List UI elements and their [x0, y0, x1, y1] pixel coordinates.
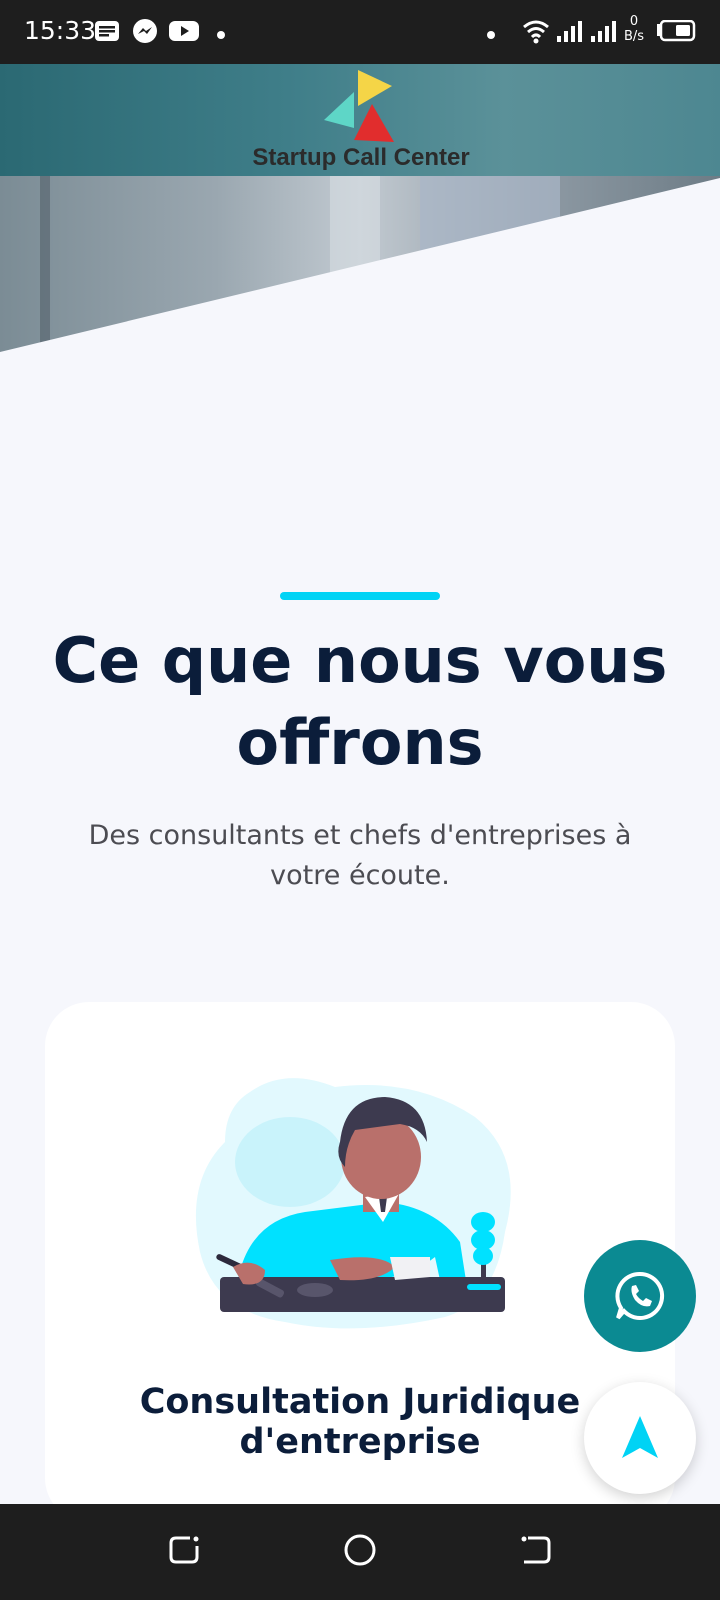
section-title: Ce que nous vous offrons — [52, 624, 668, 779]
data-rate: 0 B/s — [624, 14, 644, 44]
dot-icon — [216, 27, 226, 45]
back-button[interactable] — [520, 1534, 552, 1571]
data-rate-value: 0 — [629, 14, 639, 29]
home-icon — [344, 1534, 376, 1566]
system-navigation-bar — [0, 1504, 720, 1600]
hero-banner: Startup Call Center — [0, 64, 720, 354]
youtube-icon — [168, 18, 200, 49]
data-rate-unit: B/s — [624, 29, 645, 44]
scroll-to-top-button[interactable] — [584, 1382, 696, 1494]
whatsapp-icon — [615, 1271, 665, 1320]
brand-logo[interactable]: Startup Call Center — [236, 68, 486, 178]
recent-apps-button[interactable] — [168, 1534, 200, 1571]
back-icon — [521, 1536, 551, 1564]
messenger-icon — [132, 18, 158, 49]
logo-icon — [324, 70, 394, 142]
section-subtitle: Des consultants et chefs d'entreprises à… — [88, 820, 632, 891]
arrow-up-icon — [622, 1416, 658, 1458]
service-card[interactable]: Consultation Juridique d'entreprise — [45, 1002, 675, 1522]
accent-divider — [280, 592, 440, 600]
brand-name: Startup Call Center — [252, 144, 470, 171]
signal-icon — [556, 18, 586, 49]
signal-icon — [590, 18, 620, 49]
status-bar: 15:33 0 B/s — [0, 0, 720, 64]
battery-icon — [656, 19, 696, 47]
home-button[interactable] — [344, 1534, 376, 1571]
judge-illustration-icon — [195, 1078, 511, 1329]
card-title: Consultation Juridique d'entreprise — [139, 1382, 581, 1462]
dot-icon — [486, 27, 496, 45]
whatsapp-button[interactable] — [584, 1240, 696, 1352]
recent-apps-icon — [169, 1536, 199, 1564]
notes-icon — [94, 18, 120, 49]
wifi-icon — [522, 18, 550, 49]
clock: 15:33 — [24, 16, 97, 45]
